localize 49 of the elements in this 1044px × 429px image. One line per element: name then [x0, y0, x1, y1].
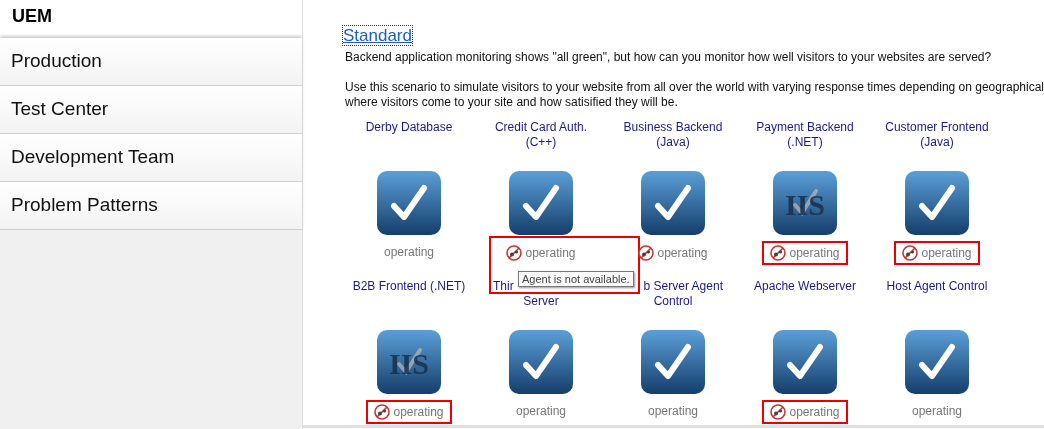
status-label: operating: [382, 244, 435, 261]
checkmark-tile-icon: [773, 330, 837, 394]
service-name[interactable]: (C++): [525, 135, 557, 150]
status-label: operating: [498, 241, 584, 265]
agent-unavailable-icon: [374, 404, 391, 420]
sidebar-item[interactable]: Development Team: [0, 134, 302, 182]
checkmark-tile-icon: [641, 330, 705, 394]
agent-unavailable-icon: [770, 404, 787, 420]
service-name[interactable]: Customer Frontend: [885, 120, 989, 135]
status-label: operating: [762, 400, 848, 424]
service-name[interactable]: (Java): [656, 135, 690, 150]
tooltip: Agent is not available.: [518, 271, 634, 287]
service-name[interactable]: Payment Backend: [756, 120, 854, 135]
service-name[interactable]: Server: [523, 294, 559, 309]
service-name[interactable]: Control: [653, 294, 693, 309]
service-name[interactable]: Thir: [493, 279, 514, 294]
description-text: Use this scenario to simulate visitors to your website from all over the world with varying response times depending on geographical where visitors come to your site and how satisified they will be.: [345, 80, 1044, 110]
status-label: operating: [630, 241, 716, 265]
agent-unavailable-icon: [506, 245, 523, 261]
service-name[interactable]: (.NET): [787, 135, 823, 150]
checkmark-tile-icon: [509, 330, 573, 394]
service-name[interactable]: Business Backend: [623, 120, 723, 135]
status-label: operating: [894, 241, 980, 265]
checkmark-tile-icon: [509, 171, 573, 235]
status-label: operating: [646, 403, 699, 420]
agent-unavailable-icon: [770, 245, 787, 261]
sidebar-item[interactable]: Problem Patterns: [0, 182, 302, 230]
checkmark-tile-icon: [641, 171, 705, 235]
service-name[interactable]: Credit Card Auth.: [494, 120, 587, 135]
status-label: operating: [910, 403, 963, 420]
service-name[interactable]: Host Agent Control: [886, 279, 988, 294]
service-name[interactable]: B2B Frontend (.NET): [352, 279, 466, 294]
sidebar-title: UEM: [0, 0, 302, 38]
description-text: Backend application monitoring shows "all green", but how can you monitor how well visitors to your websites are served?: [345, 50, 993, 65]
checkmark-tile-icon: [905, 330, 969, 394]
status-label: operating: [514, 403, 567, 420]
status-label: operating: [762, 241, 848, 265]
service-name[interactable]: (Java): [920, 135, 954, 150]
checkmark-tile-icon: [377, 171, 441, 235]
service-name[interactable]: Apache Webserver: [754, 279, 856, 294]
agent-unavailable-icon: [902, 245, 919, 261]
agent-unavailable-icon: [638, 245, 655, 261]
status-label: operating: [366, 400, 452, 424]
sidebar-item[interactable]: Test Center: [0, 86, 302, 134]
service-name[interactable]: b Server Agent: [643, 279, 723, 294]
sidebar-item[interactable]: Production: [0, 38, 302, 86]
checkmark-tile-icon: [905, 171, 969, 235]
scenario-link[interactable]: Standard: [343, 26, 412, 45]
service-name[interactable]: Derby Database: [365, 120, 453, 135]
